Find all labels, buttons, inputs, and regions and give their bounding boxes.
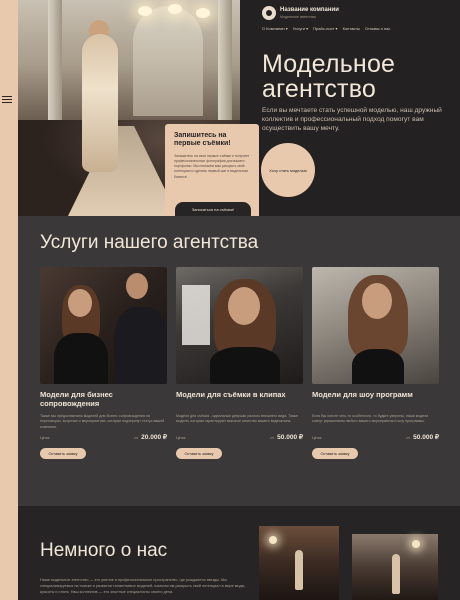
become-model-button[interactable]: Хочу стать моделью: [261, 143, 315, 197]
model-figure: [392, 554, 400, 594]
price-label: Цена:: [40, 436, 51, 440]
logo-icon[interactable]: [262, 6, 276, 20]
figure-head: [68, 289, 92, 317]
service-text: Модели для съёмок - идеальные девушки ра…: [176, 414, 299, 424]
main-nav: О Компании ▾ Услуги ▾ Прайс-лист ▾ Конта…: [262, 26, 390, 31]
price-row: Цена: от 20.000 ₽: [40, 433, 167, 441]
order-button[interactable]: Оставить заявку: [40, 448, 86, 459]
spotlight-icon: [196, 8, 210, 18]
price-amount: 50.000 ₽: [277, 434, 303, 441]
service-title: Модели для шоу программ: [312, 390, 413, 399]
softbox-decor: [182, 285, 210, 345]
spotlight-icon: [138, 6, 152, 16]
signup-card: Запишитесь на первые съёмки! Запишитесь …: [165, 124, 259, 216]
light-decor: [412, 540, 420, 548]
price-row: Цена: от 50.000 ₽: [312, 433, 439, 441]
company-subtitle: Модельное агентство: [280, 15, 317, 19]
about-text: Наше модельное агентство — это уютное и …: [40, 578, 246, 594]
signup-card-title: Запишитесь на первые съёмки!: [174, 132, 231, 148]
company-name[interactable]: Название компании: [280, 7, 339, 13]
nav-item-pricelist[interactable]: Прайс-лист ▾: [313, 26, 337, 31]
price-amount: 20.000 ₽: [141, 434, 167, 441]
about-photo-1: [259, 526, 339, 600]
figure-body: [114, 307, 167, 384]
figure-body: [54, 333, 108, 384]
nav-item-services[interactable]: Услуги ▾: [293, 26, 308, 31]
about-photo-2: [352, 534, 438, 600]
price-prefix: от: [134, 436, 139, 440]
figure-head: [362, 283, 392, 319]
price-value: от 50.000 ₽: [406, 433, 439, 441]
nav-item-reviews[interactable]: Отзывы о нас: [365, 26, 391, 31]
arch-decor: [133, 6, 203, 116]
figure-head: [228, 287, 260, 325]
figure-body: [210, 347, 280, 384]
service-title: Модели для съёмки в клипах: [176, 390, 286, 399]
model-figure: [295, 550, 303, 590]
order-button[interactable]: Оставить заявку: [176, 448, 222, 459]
figure-head: [126, 273, 148, 299]
service-card: Модели для шоу программ Если Вы хотите ч…: [312, 267, 439, 459]
service-text: Если Вы хотите чего-то особенного, то бу…: [312, 414, 429, 424]
price-prefix: от: [406, 436, 411, 440]
services-section: Услуги нашего агентства Модели для бизне…: [18, 216, 460, 506]
order-button[interactable]: Оставить заявку: [312, 448, 358, 459]
hero-section: Запишитесь на первые съёмки! Запишитесь …: [18, 0, 460, 216]
service-card: Модели для бизнес сопровождения Также мы…: [40, 267, 167, 459]
model-figure: [82, 34, 118, 172]
service-title: Модели для бизнес сопровождения: [40, 390, 113, 408]
price-row: Цена: от 50.000 ₽: [176, 433, 303, 441]
price-prefix: от: [270, 436, 275, 440]
service-card: Модели для съёмки в клипах Модели для съ…: [176, 267, 303, 459]
price-label: Цена:: [312, 436, 323, 440]
nav-item-contacts[interactable]: Контакты: [343, 26, 360, 31]
about-section: Немного о нас Наше модельное агентство —…: [18, 506, 460, 600]
spotlight-icon: [168, 4, 182, 14]
signup-button[interactable]: Записаться на съёмки!: [175, 202, 251, 216]
about-heading: Немного о нас: [40, 540, 168, 561]
service-photo-clips: [176, 267, 303, 384]
hero-title: Модельное агентство: [262, 50, 396, 103]
price-amount: 50.000 ₽: [413, 434, 439, 441]
menu-lines-icon[interactable]: [2, 96, 12, 105]
price-label: Цена:: [176, 436, 187, 440]
signup-card-text: Запишитесь на свои первые съёмки и получ…: [174, 154, 250, 179]
price-value: от 20.000 ₽: [134, 433, 167, 441]
header: Название компании Модельное агентство О …: [262, 6, 458, 46]
price-value: от 50.000 ₽: [270, 433, 303, 441]
service-text: Также мы предоставляем моделей для бизне…: [40, 414, 165, 429]
light-decor: [269, 536, 277, 544]
service-photo-shows: [312, 267, 439, 384]
figure-body: [352, 349, 404, 384]
service-photo-business: [40, 267, 167, 384]
page: Запишитесь на первые съёмки! Запишитесь …: [18, 0, 460, 600]
hero-description: Если вы мечтаете стать успешной моделью,…: [262, 107, 442, 133]
services-heading: Услуги нашего агентства: [40, 232, 259, 253]
nav-item-company[interactable]: О Компании ▾: [262, 26, 288, 31]
